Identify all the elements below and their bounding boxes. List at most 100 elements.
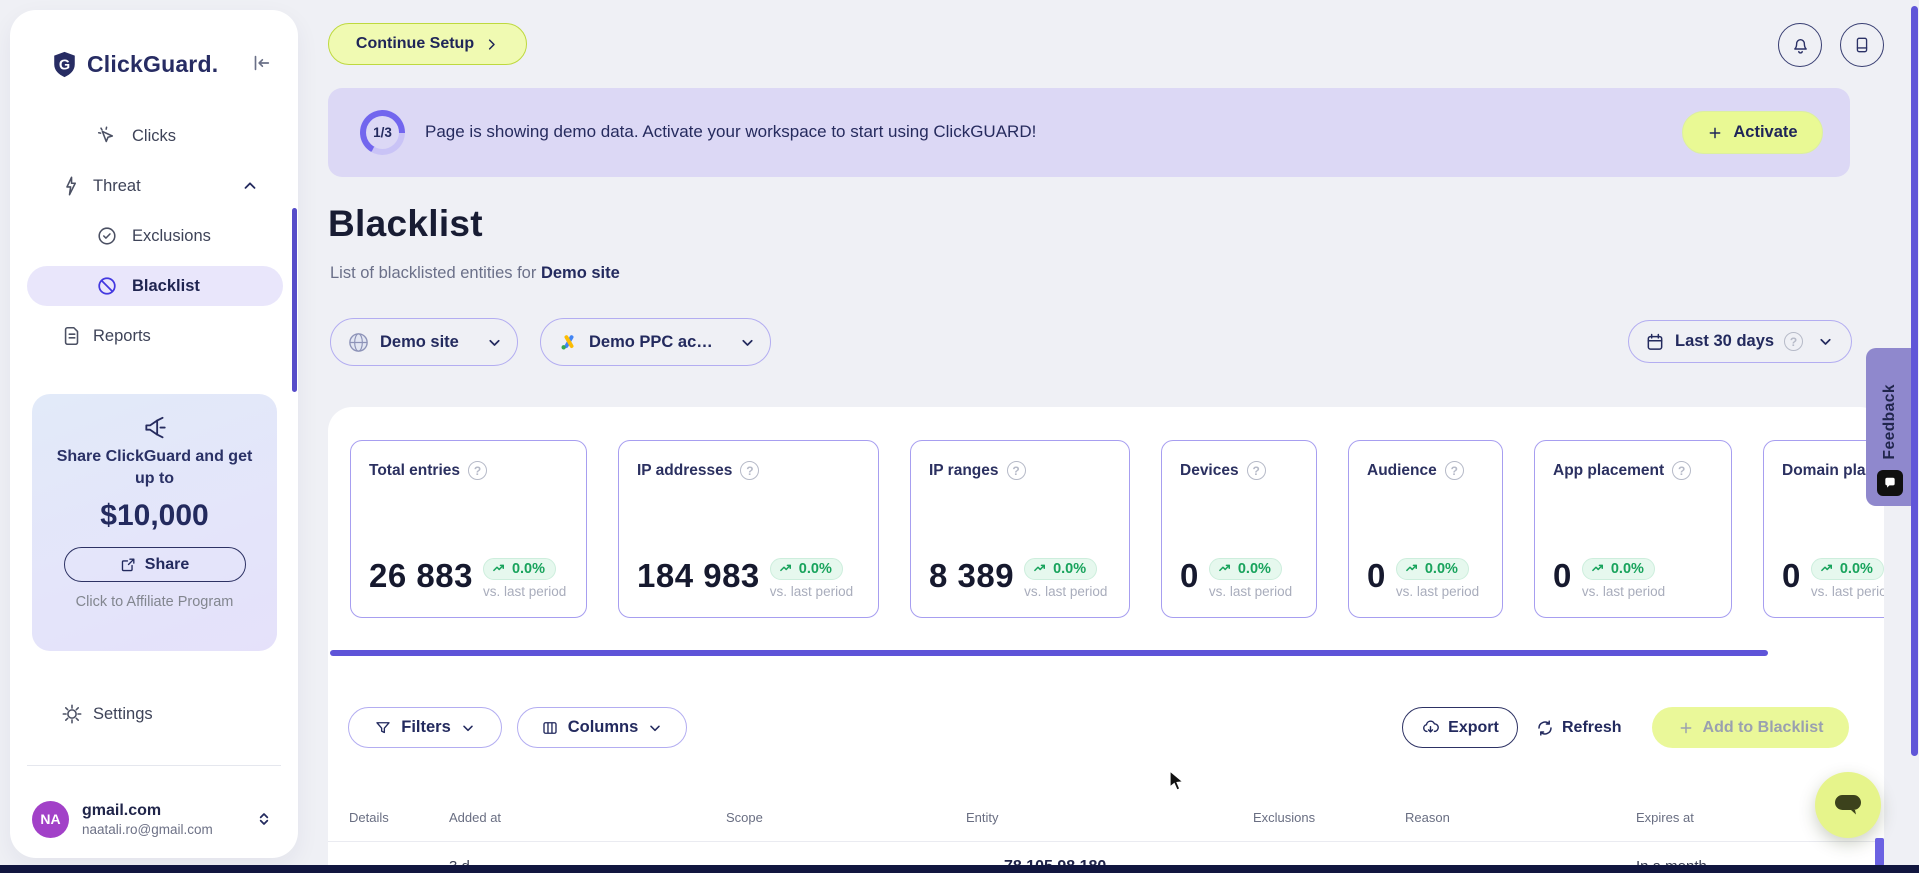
chevron-up-icon[interactable] (241, 177, 259, 195)
stat-label: Devices (1180, 461, 1239, 479)
filter-icon (376, 721, 390, 733)
columns-button[interactable]: Columns (517, 707, 687, 748)
workspace-switcher[interactable]: NA gmail.com naatali.ro@gmail.com (32, 789, 276, 849)
help-icon[interactable]: ? (740, 461, 760, 480)
export-button[interactable]: Export (1402, 707, 1518, 748)
mouse-cursor (1168, 770, 1188, 792)
column-header-added-at[interactable]: Added at (449, 810, 501, 825)
promo-caption: Click to Affiliate Program (75, 594, 234, 611)
docs-button[interactable] (1840, 23, 1884, 67)
activate-button[interactable]: Activate (1682, 111, 1823, 154)
sidebar-scrollbar[interactable] (292, 208, 297, 392)
column-header-entity[interactable]: Entity (966, 810, 999, 825)
sidebar-item-threat[interactable]: Threat (10, 166, 280, 206)
column-header-details[interactable]: Details (349, 810, 389, 825)
columns-label: Columns (567, 718, 639, 736)
help-icon[interactable]: ? (1784, 332, 1804, 351)
sidebar-item-reports[interactable]: Reports (10, 316, 280, 356)
feedback-widget-icon (1877, 470, 1903, 496)
column-header-exclusions[interactable]: Exclusions (1253, 810, 1315, 825)
shield-g-logo-icon: G (50, 50, 79, 79)
stat-label: IP addresses (637, 461, 733, 479)
table-header-divider (328, 841, 1884, 842)
stat-vs-label: vs. last period (1810, 583, 1884, 599)
trend-up-icon (1591, 564, 1603, 572)
setup-progress-ring: 1/3 (360, 110, 405, 155)
help-icon[interactable]: ? (1672, 461, 1692, 480)
help-icon[interactable]: ? (1006, 461, 1026, 480)
app-screen: G ClickGuard. Clicks Threat Exclusions B… (0, 0, 1919, 873)
sidebar-item-label: Blacklist (132, 276, 200, 295)
promo-headline: Share ClickGuard and get up to (56, 448, 253, 487)
refresh-button[interactable]: Refresh (1536, 707, 1622, 748)
user-email: naatali.ro@gmail.com (82, 821, 213, 837)
column-header-reason[interactable]: Reason (1405, 810, 1450, 825)
stat-label: IP ranges (929, 461, 999, 479)
sidebar-item-label: Threat (93, 176, 141, 195)
megaphone-icon (32, 414, 277, 440)
brand-name: ClickGuard. (87, 51, 219, 77)
stat-value: 0 (1553, 557, 1572, 594)
sidebar-divider (27, 765, 281, 766)
stat-delta: 0.0% (1237, 560, 1271, 577)
demo-data-banner: 1/3 Page is showing demo data. Activate … (328, 88, 1850, 177)
cards-horizontal-scrollbar[interactable] (330, 650, 1768, 656)
chevron-right-icon (488, 38, 495, 50)
stat-vs-label: vs. last period (769, 583, 854, 599)
date-range-selector[interactable]: Last 30 days ? (1628, 320, 1852, 363)
site-selector[interactable]: Demo site (330, 318, 518, 366)
notifications-button[interactable] (1778, 23, 1822, 67)
stat-value: 8 389 (929, 557, 1015, 594)
globe-icon (347, 331, 370, 354)
stat-label: App placement (1553, 461, 1665, 479)
continue-setup-button[interactable]: Continue Setup (328, 23, 527, 65)
stat-card-ip-ranges: IP ranges? 8 389 0.0% vs. last period (910, 440, 1130, 618)
document-icon (61, 325, 83, 347)
sidebar-item-blacklist[interactable]: Blacklist (27, 266, 283, 306)
cloud-download-icon (1423, 720, 1440, 733)
share-button-label: Share (144, 555, 190, 573)
sidebar-item-settings[interactable]: Settings (10, 694, 280, 734)
help-icon[interactable]: ? (468, 461, 488, 480)
affiliate-promo-card[interactable]: Share ClickGuard and get up to $10,000 S… (32, 394, 277, 651)
stat-cards-row: Total entries? 26 883 0.0% vs. last peri… (350, 440, 1884, 618)
stat-card-app-placement: App placement? 0 0.0% vs. last period (1534, 440, 1732, 618)
sidebar-item-exclusions[interactable]: Exclusions (10, 216, 280, 256)
column-header-expires-at[interactable]: Expires at (1636, 810, 1694, 825)
sidebar-collapse-icon[interactable] (250, 52, 272, 74)
bell-icon (1793, 38, 1807, 54)
column-header-scope[interactable]: Scope (726, 810, 763, 825)
feedback-label: Feedback (1881, 384, 1898, 460)
plus-icon (1680, 722, 1691, 733)
workspace-name: gmail.com (82, 801, 162, 819)
banner-message: Page is showing demo data. Activate your… (425, 122, 1037, 141)
add-to-blacklist-button[interactable]: Add to Blacklist (1652, 707, 1849, 748)
chat-bubble-icon (1835, 795, 1861, 815)
feedback-tab[interactable]: Feedback (1866, 348, 1914, 506)
sidebar-item-label: Reports (93, 326, 151, 345)
trend-up-icon (1405, 564, 1417, 572)
filters-button[interactable]: Filters (348, 707, 502, 748)
trend-up-icon (1820, 564, 1832, 572)
stat-value: 0 (1180, 557, 1199, 594)
help-icon[interactable]: ? (1246, 461, 1266, 480)
badge-check-icon (96, 225, 118, 247)
ppc-account-selector[interactable]: Demo PPC ac… (540, 318, 771, 366)
chevron-down-icon (462, 725, 473, 731)
stat-value: 0 (1782, 557, 1801, 594)
help-icon[interactable]: ? (1444, 461, 1464, 480)
stat-vs-label: vs. last period (1208, 583, 1293, 599)
stat-card-total-entries: Total entries? 26 883 0.0% vs. last peri… (350, 440, 587, 618)
stat-card-ip-addresses: IP addresses? 184 983 0.0% vs. last peri… (618, 440, 879, 618)
chat-launcher-button[interactable] (1815, 772, 1881, 838)
stat-label: Total entries (369, 461, 461, 479)
chevron-down-icon (1817, 333, 1834, 350)
subtitle-site-name: Demo site (540, 264, 620, 282)
share-button[interactable]: Share (63, 547, 246, 583)
sidebar-item-clicks[interactable]: Clicks (10, 116, 280, 156)
table-vertical-scrollbar[interactable] (1875, 838, 1884, 866)
book-icon (1856, 37, 1868, 53)
gear-icon (61, 703, 83, 725)
page-vertical-scrollbar[interactable] (1911, 6, 1918, 756)
stat-card-audience: Audience? 0 0.0% vs. last period (1348, 440, 1503, 618)
